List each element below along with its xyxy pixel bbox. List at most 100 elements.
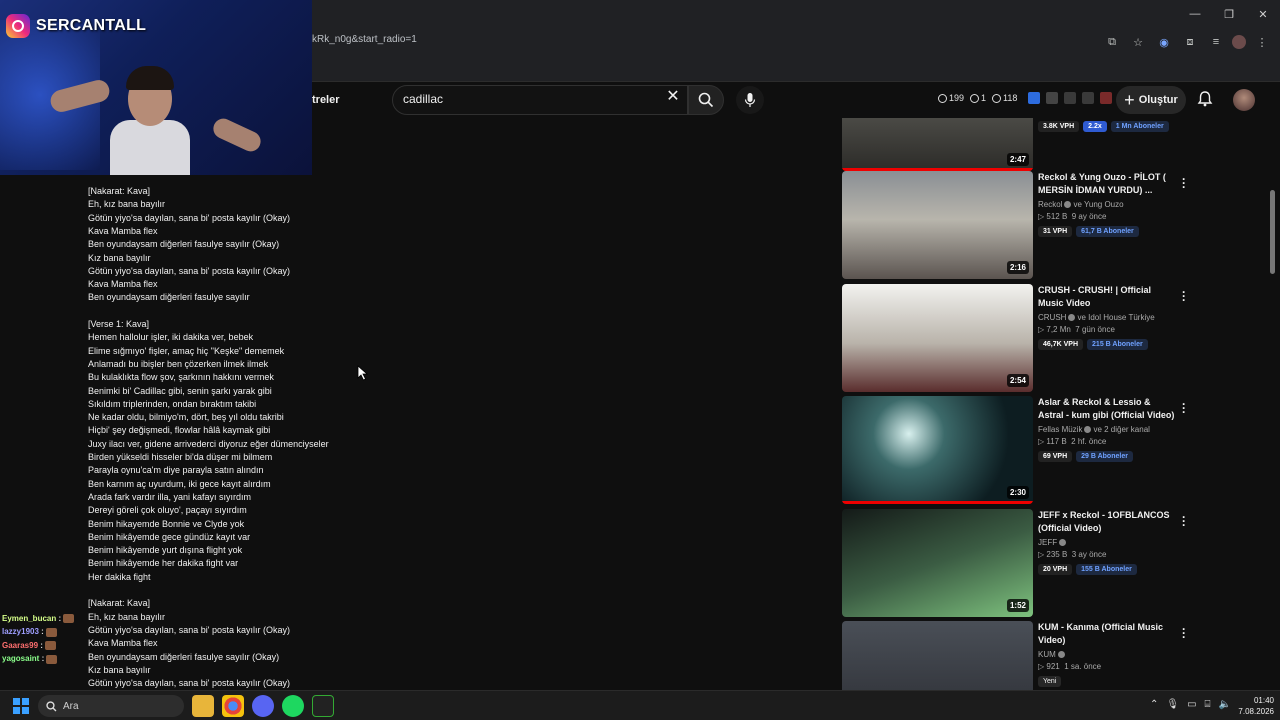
- more-options-icon[interactable]: · · ·: [1180, 286, 1188, 306]
- video-thumbnail[interactable]: 2:30: [842, 396, 1033, 504]
- more-options-icon[interactable]: · · ·: [1180, 173, 1188, 193]
- minimize-icon[interactable]: —: [1178, 0, 1212, 28]
- x-extension-icon[interactable]: [1028, 92, 1040, 104]
- mouse-cursor-icon: [357, 365, 369, 381]
- spotify-icon[interactable]: [282, 695, 304, 717]
- more-options-icon[interactable]: · · ·: [1180, 398, 1188, 418]
- clock-icon: [938, 93, 947, 103]
- app-icon[interactable]: [312, 695, 334, 717]
- taskbar-clock[interactable]: 01:40 7.08.2026: [1230, 695, 1274, 717]
- channel-name[interactable]: KUM: [1038, 650, 1056, 659]
- install-app-icon[interactable]: ⧉: [1102, 32, 1122, 52]
- stat-clock: 199: [938, 93, 964, 103]
- eye-icon: [992, 93, 1002, 103]
- new-badge: Yeni: [1038, 676, 1062, 687]
- lyric-line: Götün yiyo'sa dayılan, sana bi' posta ka…: [88, 624, 291, 635]
- channel-name[interactable]: CRUSH: [1038, 313, 1066, 322]
- profile-icon[interactable]: [1232, 35, 1246, 49]
- scrollbar-thumb[interactable]: [1270, 190, 1275, 274]
- notifications-bell-icon[interactable]: [1196, 90, 1214, 108]
- channel-name[interactable]: Reckol: [1038, 200, 1062, 209]
- channel-collab[interactable]: ve 2 diğer kanal: [1093, 425, 1149, 434]
- media-icon[interactable]: ≡: [1206, 32, 1226, 52]
- network-icon[interactable]: ⌸: [1205, 699, 1211, 710]
- verified-icon: [1057, 651, 1065, 659]
- close-icon[interactable]: ✕: [1246, 0, 1280, 28]
- clear-search-icon[interactable]: ✕: [664, 88, 682, 106]
- video-duration: 2:47: [1006, 153, 1029, 166]
- video-thumbnail[interactable]: [842, 621, 1033, 690]
- chat-separator: :: [40, 640, 43, 650]
- more-options-icon[interactable]: · · ·: [1180, 623, 1188, 643]
- channel-collab[interactable]: ve Yung Ouzo: [1073, 200, 1123, 209]
- vph-badge: 3.8K VPH: [1038, 121, 1080, 132]
- video-title[interactable]: Aslar & Reckol & Lessio & Astral - kum g…: [1038, 396, 1178, 422]
- menu-dots-icon[interactable]: ⋮: [1252, 32, 1272, 52]
- extension-icon[interactable]: ◉: [1154, 32, 1174, 52]
- subscribers-badge: 215 B Aboneler: [1087, 339, 1148, 350]
- lyric-line: Benimki bi' Cadillac gibi, senin şarkı y…: [88, 385, 272, 396]
- more-options-icon[interactable]: · · ·: [1180, 511, 1188, 531]
- channel-name[interactable]: Fellas Müzik: [1038, 425, 1082, 434]
- lyric-line: Dereyi göreli çok oluyo', paçayı sıyırdı…: [88, 505, 247, 516]
- channel-line[interactable]: Fellas Müzik ve 2 diğer kanal: [1038, 425, 1178, 434]
- video-meta: CRUSH - CRUSH! | Official Music Video CRU…: [1038, 284, 1178, 350]
- video-thumbnail[interactable]: 2:47: [842, 118, 1033, 171]
- video-thumbnail[interactable]: 2:16: [842, 171, 1033, 279]
- watch-progress: [842, 501, 1033, 504]
- windows-taskbar: Ara ⌃ 🎙 ▭ ⌸ 🔈 01:40 7.08.2026: [0, 690, 1280, 720]
- stat-badges: 69 VPH 29 B Aboneler: [1038, 451, 1178, 462]
- voice-search-button[interactable]: [736, 86, 764, 114]
- display-icon[interactable]: ▭: [1187, 699, 1196, 710]
- channel-line[interactable]: KUM: [1038, 650, 1178, 659]
- video-title[interactable]: CRUSH - CRUSH! | Official Music Video: [1038, 284, 1178, 310]
- lyric-line: Götün yiyo'sa dayılan, sana bi' posta ka…: [88, 678, 291, 689]
- search-button[interactable]: [688, 85, 724, 115]
- channel-line[interactable]: CRUSH ve Idol House Türkiye: [1038, 313, 1178, 322]
- account-avatar[interactable]: [1233, 89, 1255, 111]
- chrome-icon[interactable]: [222, 695, 244, 717]
- video-duration: 2:54: [1006, 374, 1029, 387]
- search-box[interactable]: [392, 85, 688, 115]
- url-text[interactable]: kRk_n0g&start_radio=1: [312, 34, 417, 45]
- mic-tray-icon[interactable]: 🎙: [1166, 699, 1179, 710]
- lyric-line: Ben oyundaysam diğerleri fasulye sayılır…: [88, 651, 280, 662]
- recommendation-card[interactable]: 2:47 3.8K VPH 2.2x 1 Mn Aboneler: [842, 118, 1272, 171]
- video-thumbnail[interactable]: 2:54: [842, 284, 1033, 392]
- video-title[interactable]: JEFF x Reckol - 1OFBLANCOS (Official Vid…: [1038, 509, 1178, 535]
- file-explorer-icon[interactable]: [192, 695, 214, 717]
- award-extension-icon[interactable]: [1082, 92, 1094, 104]
- lyric-line: Arada fark vardır illa, yani kafayı sıyı…: [88, 491, 252, 502]
- list-extension-icon[interactable]: [1046, 92, 1058, 104]
- discord-icon[interactable]: [252, 695, 274, 717]
- chevron-up-icon[interactable]: ⌃: [1150, 699, 1158, 710]
- recommendation-card[interactable]: 2:16 Reckol & Yung Ouzo - PİLOT ( MERSİN …: [842, 171, 1272, 279]
- video-meta: Reckol & Yung Ouzo - PİLOT ( MERSİN İDMA…: [1038, 171, 1178, 237]
- search-input[interactable]: [403, 92, 663, 106]
- subscribers-badge: 61,7 B Aboneler: [1076, 226, 1139, 237]
- recommendation-card[interactable]: KUM - Kanıma (Official Music Video) KUM ▷ …: [842, 621, 1272, 690]
- stat-badges: 3.8K VPH 2.2x 1 Mn Aboneler: [1038, 121, 1178, 132]
- start-menu-icon[interactable]: [13, 698, 29, 714]
- taskbar-search[interactable]: Ara: [38, 695, 184, 717]
- stat-eye: 1: [970, 93, 986, 103]
- lyric-line: Parayla oynu'ca'm diye parayla satın alı…: [88, 465, 264, 476]
- create-button[interactable]: + Oluştur: [1116, 86, 1186, 114]
- channel-name[interactable]: JEFF: [1038, 538, 1057, 547]
- channel-line[interactable]: Reckol ve Yung Ouzo: [1038, 200, 1178, 209]
- bell-off-extension-icon[interactable]: [1100, 92, 1112, 104]
- channel-line[interactable]: JEFF: [1038, 538, 1178, 547]
- video-thumbnail[interactable]: 1:52: [842, 509, 1033, 617]
- video-title[interactable]: KUM - Kanıma (Official Music Video): [1038, 621, 1178, 647]
- filters-label[interactable]: treler: [312, 94, 340, 106]
- recommendation-card[interactable]: 1:52 JEFF x Reckol - 1OFBLANCOS (Official…: [842, 509, 1272, 617]
- restore-icon[interactable]: ❐: [1212, 0, 1246, 28]
- puzzle-icon[interactable]: ⧈: [1180, 32, 1200, 52]
- channel-collab[interactable]: ve Idol House Türkiye: [1077, 313, 1154, 322]
- recommendation-card[interactable]: 2:54 CRUSH - CRUSH! | Official Music Vide…: [842, 284, 1272, 392]
- doc-extension-icon[interactable]: [1064, 92, 1076, 104]
- video-title[interactable]: Reckol & Yung Ouzo - PİLOT ( MERSİN İDMA…: [1038, 171, 1178, 197]
- microphone-icon: [744, 93, 756, 107]
- recommendation-card[interactable]: 2:30 Aslar & Reckol & Lessio & Astral - k…: [842, 396, 1272, 504]
- bookmark-star-icon[interactable]: ☆: [1128, 32, 1148, 52]
